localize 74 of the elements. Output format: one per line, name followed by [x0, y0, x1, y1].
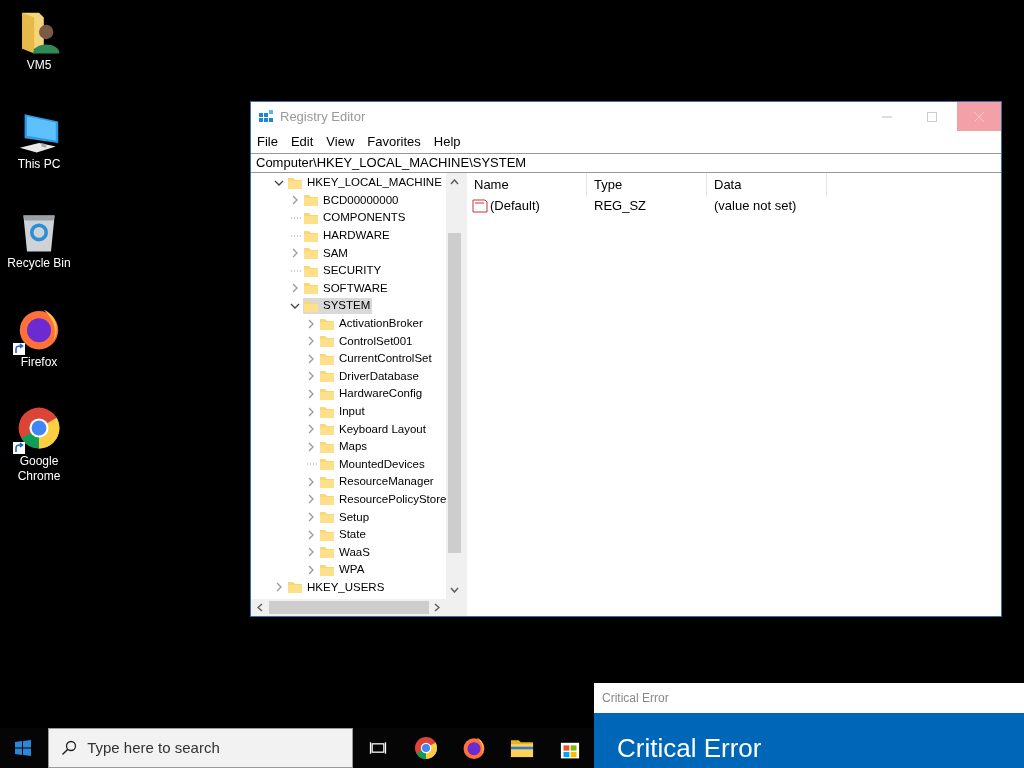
tree-item[interactable]: CurrentControlSet: [319, 350, 434, 367]
menu-item[interactable]: View: [326, 131, 355, 152]
tree-item[interactable]: WaaS: [319, 544, 372, 561]
folder-icon: [319, 509, 335, 526]
menu-item[interactable]: Help: [433, 131, 461, 152]
search-box[interactable]: Type here to search: [48, 728, 353, 768]
folder-icon: [303, 245, 319, 262]
tree-item[interactable]: BCD00000000: [303, 192, 401, 209]
tree-item[interactable]: MountedDevices: [319, 456, 427, 473]
vertical-scrollbar[interactable]: [446, 173, 463, 599]
folder-icon: [303, 210, 319, 226]
tree-item[interactable]: DriverDatabase: [319, 368, 421, 385]
scrollbar-thumb[interactable]: [269, 601, 429, 614]
folder-icon: [319, 333, 335, 350]
folder-icon: [319, 544, 335, 561]
column-header[interactable]: Data: [707, 173, 827, 197]
firefox-icon[interactable]: [461, 735, 487, 761]
tree-item[interactable]: Keyboard Layout: [319, 421, 428, 438]
tree-item[interactable]: Setup: [319, 509, 372, 526]
folder-icon: [319, 456, 335, 473]
dialog-heading: Critical Error: [617, 733, 762, 763]
tree-item[interactable]: HardwareConfig: [319, 385, 425, 402]
scroll-left-icon[interactable]: [257, 603, 263, 612]
tree-item[interactable]: Input: [319, 403, 367, 420]
dialog-title: Critical Error: [602, 690, 669, 707]
desktop-icon-label[interactable]: Google Chrome: [4, 454, 74, 484]
folder-icon: [303, 280, 319, 297]
search-icon: [61, 740, 78, 756]
desktop-icon-label[interactable]: Recycle Bin: [4, 256, 74, 271]
tree-item[interactable]: WPA: [319, 561, 367, 578]
scroll-up-icon[interactable]: [450, 179, 459, 185]
column-header[interactable]: Name: [467, 173, 587, 197]
string-value-icon: [472, 198, 488, 214]
registry-icon: [258, 108, 274, 125]
scroll-right-icon[interactable]: [434, 603, 440, 612]
tree-item[interactable]: State: [319, 526, 368, 543]
folder-icon: [303, 192, 319, 209]
table-cell-text: REG_SZ: [593, 197, 647, 216]
menu-item[interactable]: Favorites: [367, 131, 421, 152]
folder-icon: [319, 491, 335, 508]
table-cell-text: (Default): [490, 197, 540, 216]
maximize-icon[interactable]: [927, 111, 937, 122]
menu-item[interactable]: File: [257, 131, 278, 152]
search-placeholder[interactable]: Type here to search: [87, 736, 220, 760]
tree-item[interactable]: HKEY_LOCAL_MACHINE: [287, 174, 444, 191]
tree-item[interactable]: Maps: [319, 438, 370, 455]
folder-icon: [287, 579, 303, 596]
desktop-icon-label[interactable]: This PC: [4, 157, 74, 172]
tree-item[interactable]: ResourcePolicyStore: [319, 491, 446, 508]
menu-item[interactable]: Edit: [290, 131, 314, 152]
desktop-icon-label[interactable]: VM5: [4, 58, 74, 73]
tree-item[interactable]: SOFTWARE: [303, 280, 390, 297]
chrome-icon[interactable]: [413, 735, 439, 761]
tree-item[interactable]: SAM: [303, 245, 350, 262]
folder-icon: [319, 421, 335, 438]
tree-item[interactable]: ControlSet001: [319, 333, 415, 350]
window-title: Registry Editor: [280, 107, 366, 126]
tree-item[interactable]: HARDWARE: [303, 227, 392, 244]
tree-item[interactable]: ResourceManager: [319, 473, 436, 490]
close-icon: [974, 111, 984, 122]
scrollbar-thumb[interactable]: [448, 233, 461, 553]
address-bar[interactable]: Computer\HKEY_LOCAL_MACHINE\SYSTEM: [251, 153, 1001, 173]
desktop-icon-label[interactable]: Firefox: [4, 355, 74, 370]
tree-item[interactable]: COMPONENTS: [303, 210, 408, 226]
column-header[interactable]: Type: [587, 173, 707, 197]
tree-item[interactable]: ActivationBroker: [319, 315, 425, 332]
folder-icon: [319, 368, 335, 385]
tree-item[interactable]: HKEY_USERS: [287, 579, 387, 596]
table-cell-text: (value not set): [713, 197, 797, 216]
scroll-down-icon[interactable]: [450, 587, 459, 593]
tree-item[interactable]: SYSTEM: [303, 297, 373, 314]
windows-logo-icon: [15, 740, 32, 756]
tree-item[interactable]: SECURITY: [303, 262, 384, 279]
horizontal-scrollbar[interactable]: [251, 599, 463, 616]
